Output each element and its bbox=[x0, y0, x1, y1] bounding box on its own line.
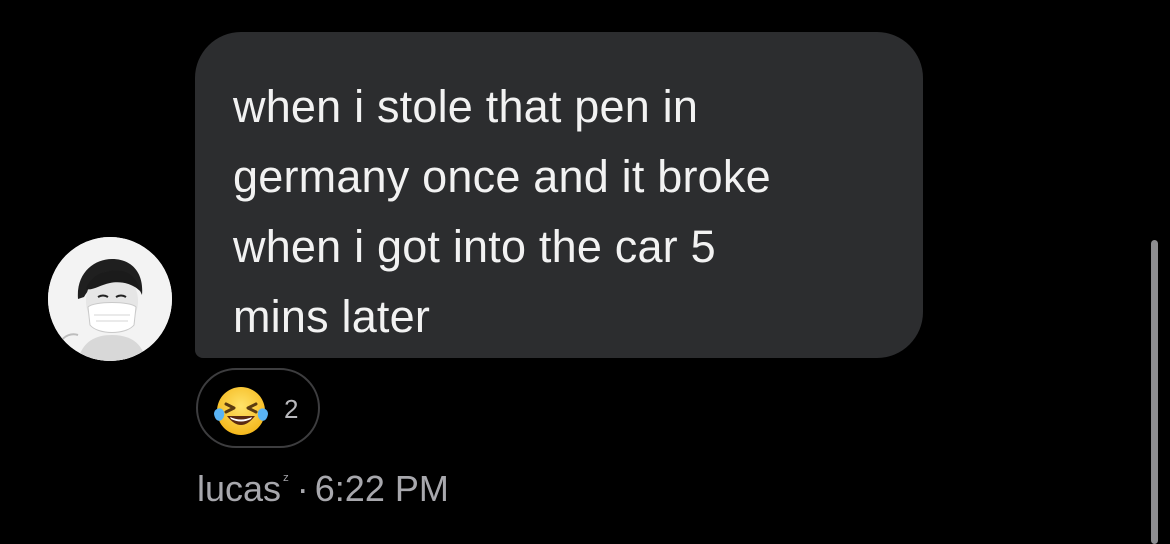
scrollbar-thumb[interactable] bbox=[1151, 240, 1158, 544]
reaction-count: 2 bbox=[284, 394, 299, 424]
message-meta: lucas ᶻ · 6:22 PM bbox=[197, 466, 449, 520]
chat-screen: when i stole that pen in germany once an… bbox=[0, 0, 1170, 544]
meta-separator: · bbox=[296, 468, 309, 509]
reaction-pill[interactable]: 2 bbox=[196, 368, 320, 448]
message-bubble[interactable]: when i stole that pen in germany once an… bbox=[195, 32, 923, 358]
sender-name[interactable]: lucas bbox=[197, 468, 281, 509]
sender-name-superscript: ᶻ bbox=[283, 472, 289, 489]
message-timestamp: 6:22 PM bbox=[314, 468, 449, 509]
message-text: when i stole that pen in germany once an… bbox=[233, 81, 771, 342]
laughing-tears-emoji-icon bbox=[210, 380, 272, 442]
avatar-photo bbox=[48, 237, 172, 361]
avatar[interactable] bbox=[48, 237, 172, 361]
